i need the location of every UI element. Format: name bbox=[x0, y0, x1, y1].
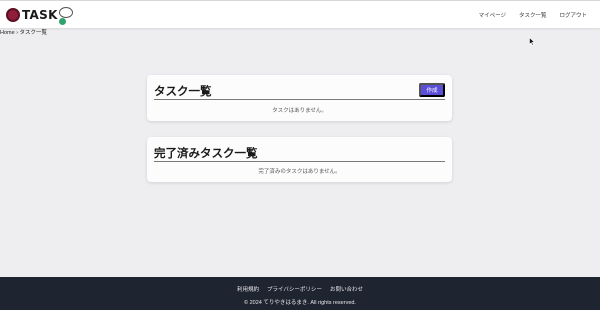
footer-link-contact[interactable]: お問い合わせ bbox=[330, 285, 363, 293]
nav-logout[interactable]: ログアウト bbox=[559, 11, 587, 19]
copyright-text: © 2024 てりやきはるまき. All rights reserved. bbox=[244, 300, 356, 306]
footer-links: 利用規約 プライバシーポリシー お問い合わせ bbox=[0, 285, 600, 293]
main-nav: マイページ タスク一覧 ログアウト bbox=[479, 1, 600, 29]
nav-mypage[interactable]: マイページ bbox=[479, 11, 506, 19]
app-logo[interactable]: TASK bbox=[6, 5, 73, 25]
footer-link-privacy[interactable]: プライバシーポリシー bbox=[267, 285, 322, 293]
top-navbar: TASK マイページ タスク一覧 ログアウト bbox=[0, 0, 600, 28]
completed-task-list-header: 完了済みタスク一覧 bbox=[154, 143, 445, 162]
task-list-title: タスク一覧 bbox=[154, 84, 212, 98]
completed-task-list-title: 完了済みタスク一覧 bbox=[154, 146, 258, 160]
completed-task-list-empty-message: 完了済みのタスクはありません。 bbox=[258, 169, 341, 175]
mascot-icon bbox=[59, 18, 66, 25]
speech-bubble-icon bbox=[58, 6, 73, 18]
nav-task-list[interactable]: タスク一覧 bbox=[519, 11, 547, 19]
logo-text: TASK bbox=[22, 8, 58, 22]
footer-link-terms[interactable]: 利用規約 bbox=[237, 285, 259, 293]
create-task-button[interactable]: 作成 bbox=[419, 83, 445, 97]
page-footer: 利用規約 プライバシーポリシー お問い合わせ © 2024 てりやきはるまき. … bbox=[0, 277, 600, 310]
logo-mark-icon bbox=[6, 8, 20, 22]
task-list-card: タスク一覧 作成 タスクはありません。 bbox=[147, 75, 452, 121]
breadcrumb[interactable]: Home › タスク一覧 bbox=[0, 28, 47, 36]
task-list-empty-message: タスクはありません。 bbox=[272, 108, 327, 114]
mouse-cursor-icon bbox=[529, 33, 536, 51]
task-list-header: タスク一覧 作成 bbox=[154, 81, 445, 100]
completed-task-list-card: 完了済みタスク一覧 完了済みのタスクはありません。 bbox=[147, 137, 452, 182]
